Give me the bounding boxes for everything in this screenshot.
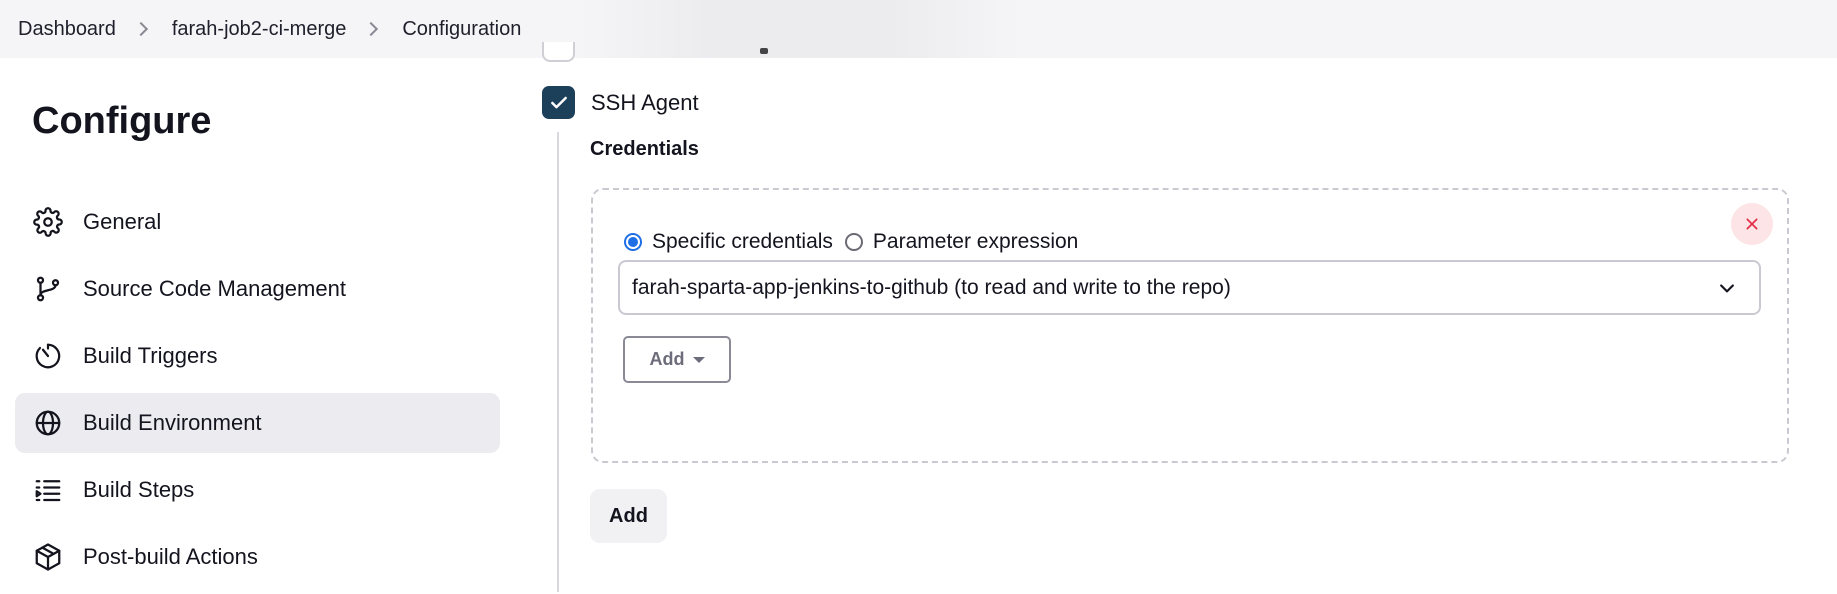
chevron-right-icon <box>133 21 148 37</box>
section-divider <box>557 132 559 592</box>
sidebar-item-build-environment[interactable]: Build Environment <box>15 393 500 453</box>
sidebar-item-build-triggers[interactable]: Build Triggers <box>15 326 500 386</box>
ssh-agent-label[interactable]: SSH Agent <box>591 90 699 116</box>
add-button-label: Add <box>609 504 648 527</box>
remove-credential-button[interactable] <box>1731 203 1773 245</box>
package-icon <box>32 541 64 573</box>
chevron-down-icon <box>1720 284 1734 293</box>
breadcrumb-dashboard[interactable]: Dashboard <box>18 18 116 41</box>
breadcrumb-configuration[interactable]: Configuration <box>402 18 521 41</box>
credentials-select-value: farah-sparta-app-jenkins-to-github (to r… <box>632 275 1231 299</box>
credential-mode-radio-group: Specific credentials Parameter expressio… <box>624 230 1090 254</box>
breadcrumb-job[interactable]: farah-job2-ci-merge <box>172 18 347 41</box>
checkmark-icon <box>550 96 567 108</box>
radio-parameter-expression[interactable] <box>844 233 863 251</box>
breadcrumb: Dashboard farah-job2-ci-merge Configurat… <box>0 0 1837 58</box>
sidebar-item-label: Build Steps <box>83 477 195 502</box>
sidebar-item-build-steps[interactable]: Build Steps <box>15 460 500 520</box>
list-icon <box>32 474 64 506</box>
sidebar-item-label: General <box>83 209 162 234</box>
sidebar-item-label: Build Triggers <box>83 343 218 368</box>
timer-icon <box>32 340 64 372</box>
credentials-select[interactable]: farah-sparta-app-jenkins-to-github (to r… <box>618 260 1761 315</box>
blurred-region <box>580 0 1020 58</box>
partial-checkbox[interactable] <box>542 42 575 62</box>
sidebar-item-label: Post-build Actions <box>83 544 258 569</box>
gear-icon <box>32 206 64 238</box>
credentials-label: Credentials <box>590 138 699 160</box>
caret-down-icon <box>692 356 705 363</box>
sidebar-item-general[interactable]: General <box>15 192 500 252</box>
sidebar-item-label: Source Code Management <box>83 276 346 301</box>
radio-parameter-expression-label[interactable]: Parameter expression <box>873 230 1078 254</box>
add-credential-dropdown-button[interactable]: Add <box>623 336 731 383</box>
page-title: Configure <box>32 100 212 142</box>
close-icon <box>1746 218 1758 230</box>
radio-specific-credentials[interactable] <box>624 233 642 251</box>
add-credential-dropdown-label: Add <box>649 349 685 369</box>
sidebar-item-source-code-management[interactable]: Source Code Management <box>15 259 500 319</box>
sidebar-item-label: Build Environment <box>83 410 262 435</box>
sidebar-nav: General Source Code Management Build Tri… <box>15 192 500 594</box>
sidebar-item-post-build-actions[interactable]: Post-build Actions <box>15 527 500 587</box>
add-button[interactable]: Add <box>590 489 667 543</box>
branch-icon <box>32 273 64 305</box>
radio-specific-credentials-label[interactable]: Specific credentials <box>652 230 833 254</box>
partial-text <box>760 48 768 54</box>
ssh-agent-checkbox[interactable] <box>542 86 575 119</box>
chevron-right-icon <box>364 21 379 37</box>
globe-icon <box>32 407 64 439</box>
